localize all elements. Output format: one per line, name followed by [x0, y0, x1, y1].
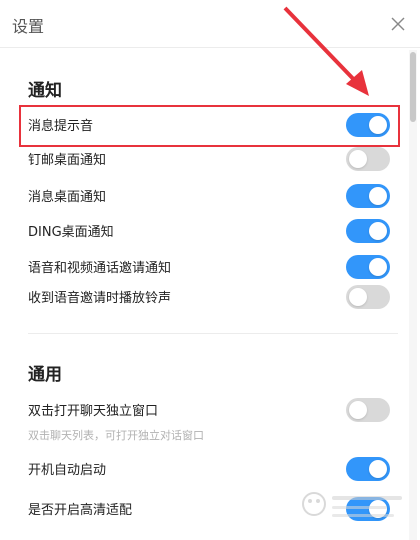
setting-row-ding-notify: DING桌面通知 — [28, 216, 390, 246]
highlight-box — [19, 105, 400, 147]
toggle-ding-notify[interactable] — [346, 219, 390, 243]
toggle-knob — [349, 401, 367, 419]
toggle-knob — [369, 460, 387, 478]
setting-row-invite-ringtone: 收到语音邀请时播放铃声 — [28, 282, 390, 312]
toggle-knob — [369, 222, 387, 240]
toggle-mail-notify[interactable] — [346, 147, 390, 171]
close-icon[interactable] — [389, 15, 407, 33]
arrow-annotation-icon — [283, 6, 369, 96]
toggle-knob — [349, 288, 367, 306]
setting-row-mail-notify: 钉邮桌面通知 — [28, 144, 390, 174]
setting-label: 语音和视频通话邀请通知 — [28, 261, 172, 276]
toggle-call-invite-notify[interactable] — [346, 255, 390, 279]
setting-label: 是否开启高清适配 — [28, 503, 133, 518]
toggle-knob — [369, 187, 387, 205]
toggle-double-click-window[interactable] — [346, 398, 390, 422]
setting-row-double-click-window: 双击打开聊天独立窗口 — [28, 395, 390, 425]
section-title-general: 通用 — [28, 365, 62, 385]
section-divider — [28, 333, 398, 334]
setting-label: 双击打开聊天独立窗口 — [28, 404, 159, 419]
scrollbar-track — [409, 50, 417, 540]
setting-label: 收到语音邀请时播放铃声 — [28, 291, 172, 306]
setting-description: 双击聊天列表，可打开独立对话窗口 — [28, 429, 204, 442]
setting-label: 钉邮桌面通知 — [28, 153, 107, 168]
setting-label: 消息桌面通知 — [28, 190, 107, 205]
scrollbar-thumb[interactable] — [410, 52, 416, 122]
toggle-message-desktop-notify[interactable] — [346, 184, 390, 208]
window-title: 设置 — [12, 17, 45, 36]
setting-label: DING桌面通知 — [28, 225, 114, 240]
toggle-invite-ringtone[interactable] — [346, 285, 390, 309]
setting-label: 开机自动启动 — [28, 463, 107, 478]
setting-row-message-desktop-notify: 消息桌面通知 — [28, 181, 390, 211]
setting-row-call-invite-notify: 语音和视频通话邀请通知 — [28, 252, 390, 282]
watermark-logo — [302, 492, 402, 517]
toggle-knob — [349, 150, 367, 168]
toggle-auto-start[interactable] — [346, 457, 390, 481]
setting-row-auto-start: 开机自动启动 — [28, 454, 390, 484]
toggle-knob — [369, 258, 387, 276]
section-title-notify: 通知 — [28, 81, 62, 101]
